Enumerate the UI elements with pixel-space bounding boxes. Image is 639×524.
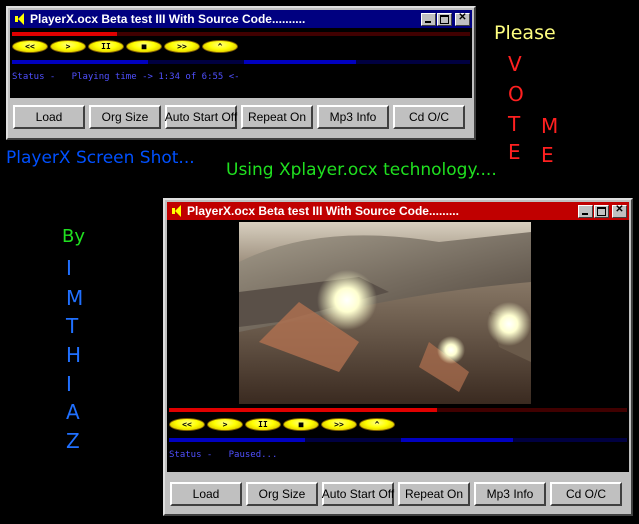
vote-letter-o: O	[508, 82, 524, 106]
video-display[interactable]	[239, 222, 531, 404]
status-label: Status -	[12, 72, 56, 82]
title-bar[interactable]: PlayerX.ocx Beta test III With Source Co…	[10, 10, 472, 28]
cd-oc-button[interactable]: Cd O/C	[550, 482, 622, 506]
me-letter-m: M	[541, 114, 559, 138]
balance-bar-fill	[401, 438, 513, 442]
transport-controls: << > II ■ >> ^	[12, 40, 238, 53]
status-text: Playing time -> 1:34 of 6:55 <-	[71, 72, 240, 82]
minimize-button[interactable]	[578, 204, 593, 218]
play-button[interactable]: >	[207, 418, 243, 431]
screenshot-caption: PlayerX Screen Shot...	[6, 148, 195, 168]
auto-start-button[interactable]: Auto Start Off	[165, 105, 237, 129]
eject-button[interactable]: ^	[359, 418, 395, 431]
technology-caption: Using Xplayer.ocx technology....	[226, 160, 497, 180]
control-panel: << > II ■ >> ^ Status - Paused...	[167, 220, 629, 472]
me-letter-e: E	[541, 143, 554, 167]
player-window-2: PlayerX.ocx Beta test III With Source Co…	[163, 198, 633, 516]
volume-bar-fill	[169, 438, 305, 442]
org-size-button[interactable]: Org Size	[89, 105, 161, 129]
window-title: PlayerX.ocx Beta test III With Source Co…	[30, 12, 306, 26]
volume-bar-fill	[12, 60, 148, 64]
stop-button[interactable]: ■	[126, 40, 162, 53]
repeat-button[interactable]: Repeat On	[241, 105, 313, 129]
eject-button[interactable]: ^	[202, 40, 238, 53]
name-letter-3: T	[66, 314, 79, 338]
position-bar-fill	[169, 408, 437, 412]
maximize-button[interactable]	[594, 204, 609, 218]
close-button[interactable]	[612, 204, 627, 218]
please-text: Please	[494, 22, 556, 44]
pause-button[interactable]: II	[245, 418, 281, 431]
mp3-info-button[interactable]: Mp3 Info	[474, 482, 546, 506]
name-letter-1: I	[66, 256, 72, 280]
name-letter-6: A	[66, 400, 80, 424]
name-letter-2: M	[66, 286, 84, 310]
play-button[interactable]: >	[50, 40, 86, 53]
vote-letter-e: E	[508, 140, 521, 164]
status-line: Status - Playing time -> 1:34 of 6:55 <-	[12, 72, 240, 82]
status-line: Status - Paused...	[169, 450, 277, 460]
balance-bar-fill	[244, 60, 356, 64]
status-label: Status -	[169, 450, 213, 460]
video-frame-image	[239, 222, 531, 404]
name-letter-4: H	[66, 343, 82, 367]
auto-start-button[interactable]: Auto Start Off	[322, 482, 394, 506]
forward-button[interactable]: >>	[164, 40, 200, 53]
mp3-info-button[interactable]: Mp3 Info	[317, 105, 389, 129]
control-panel: << > II ■ >> ^ Status - Playing time -> …	[10, 28, 472, 98]
speaker-icon	[170, 204, 184, 218]
cd-oc-button[interactable]: Cd O/C	[393, 105, 465, 129]
close-button[interactable]	[455, 12, 470, 26]
rewind-button[interactable]: <<	[12, 40, 48, 53]
load-button[interactable]: Load	[13, 105, 85, 129]
stop-button[interactable]: ■	[283, 418, 319, 431]
title-bar[interactable]: PlayerX.ocx Beta test III With Source Co…	[167, 202, 629, 220]
maximize-button[interactable]	[437, 12, 452, 26]
button-row: Load Org Size Auto Start Off Repeat On M…	[170, 482, 622, 506]
status-text: Paused...	[228, 450, 278, 460]
player-window-1: PlayerX.ocx Beta test III With Source Co…	[6, 6, 476, 140]
pause-button[interactable]: II	[88, 40, 124, 53]
minimize-button[interactable]	[421, 12, 436, 26]
vote-letter-t: T	[508, 112, 521, 136]
load-button[interactable]: Load	[170, 482, 242, 506]
name-letter-5: I	[66, 372, 72, 396]
name-letter-7: Z	[66, 429, 80, 453]
org-size-button[interactable]: Org Size	[246, 482, 318, 506]
vote-letter-v: V	[508, 52, 522, 76]
window-title: PlayerX.ocx Beta test III With Source Co…	[187, 204, 459, 218]
transport-controls: << > II ■ >> ^	[169, 418, 395, 431]
button-row: Load Org Size Auto Start Off Repeat On M…	[13, 105, 465, 129]
speaker-icon	[13, 12, 27, 26]
forward-button[interactable]: >>	[321, 418, 357, 431]
repeat-button[interactable]: Repeat On	[398, 482, 470, 506]
rewind-button[interactable]: <<	[169, 418, 205, 431]
position-bar-fill	[12, 32, 117, 36]
by-text: By	[62, 226, 86, 247]
